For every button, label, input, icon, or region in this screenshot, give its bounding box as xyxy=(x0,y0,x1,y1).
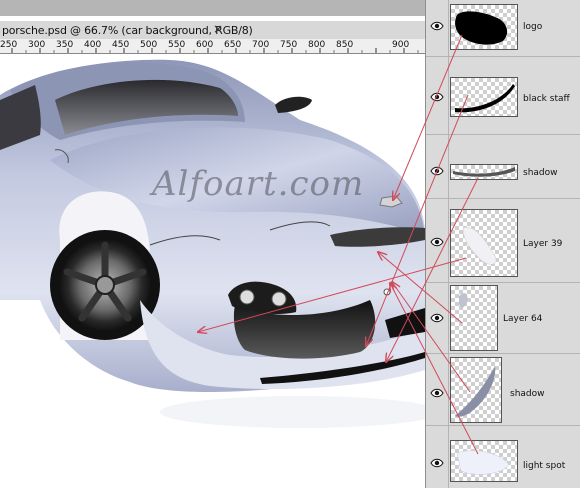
layer-thumbnail xyxy=(450,4,518,50)
layer-row-layer-39[interactable]: Layer 39 xyxy=(426,199,580,283)
eye-icon[interactable] xyxy=(430,237,444,247)
visibility-column xyxy=(426,426,449,488)
layer-thumbnail xyxy=(450,77,518,117)
eye-icon[interactable] xyxy=(430,313,444,323)
layer-row-shadow-2[interactable]: shadow xyxy=(426,354,580,426)
ruler-label: 600 xyxy=(196,40,214,50)
ruler-label: 800 xyxy=(308,40,326,50)
horizontal-ruler: 250 300 350 400 450 500 550 600 650 700 … xyxy=(0,39,425,54)
layer-row-black-staff[interactable]: black staff xyxy=(426,57,580,135)
eye-icon[interactable] xyxy=(430,21,444,31)
ruler-label: 300 xyxy=(28,40,46,50)
layer-name: shadow xyxy=(510,389,545,399)
layer-row-logo[interactable]: logo xyxy=(426,0,580,57)
eye-icon[interactable] xyxy=(430,458,444,468)
watermark-text: Alfoart.com xyxy=(152,164,365,204)
layer-row-light-spot[interactable]: light spot xyxy=(426,426,580,488)
layer-row-layer-64[interactable]: Layer 64 xyxy=(426,283,580,354)
ruler-label: 250 xyxy=(0,40,18,50)
ruler-label: 500 xyxy=(140,40,158,50)
ruler-label: 450 xyxy=(112,40,130,50)
ruler-label: 400 xyxy=(84,40,102,50)
layer-name: Layer 39 xyxy=(523,239,563,249)
layers-panel: logo black staff shadow Layer 39 Layer 6… xyxy=(425,0,580,488)
eye-icon[interactable] xyxy=(430,388,444,398)
layer-name: logo xyxy=(523,22,543,32)
eye-icon[interactable] xyxy=(430,166,444,176)
layer-thumbnail xyxy=(450,285,498,351)
layer-thumbnail xyxy=(450,164,518,180)
layer-name: black staff xyxy=(523,94,570,104)
document-tab[interactable]: porsche.psd @ 66.7% (car background, RGB… xyxy=(0,21,425,40)
ruler-label: 650 xyxy=(224,40,242,50)
layer-row-shadow[interactable]: shadow xyxy=(426,135,580,199)
image-canvas[interactable]: Alfoart.com xyxy=(0,54,425,488)
ruler-label: 750 xyxy=(280,40,298,50)
ruler-label: 350 xyxy=(56,40,74,50)
document-title-strip xyxy=(0,0,425,16)
layer-thumbnail xyxy=(450,357,502,423)
layer-name: light spot xyxy=(523,461,566,471)
eye-icon[interactable] xyxy=(430,92,444,102)
ruler-label: 550 xyxy=(168,40,186,50)
document-window: porsche.psd @ 66.7% (car background, RGB… xyxy=(0,0,425,488)
layer-thumbnail xyxy=(450,440,518,482)
ruler-label: 850 xyxy=(336,40,354,50)
layer-name: shadow xyxy=(523,168,558,178)
ruler-label: 900 xyxy=(392,40,410,50)
ruler-label: 700 xyxy=(252,40,270,50)
layer-name: Layer 64 xyxy=(503,314,543,324)
layer-thumbnail xyxy=(450,209,518,277)
car-illustration xyxy=(0,59,425,428)
close-tab-icon[interactable]: × xyxy=(212,23,224,35)
